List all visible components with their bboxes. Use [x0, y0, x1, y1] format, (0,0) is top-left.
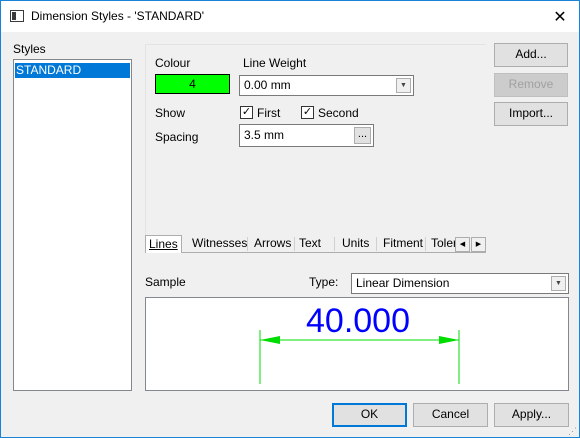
- ok-button[interactable]: OK: [332, 403, 407, 427]
- styles-list-item-standard[interactable]: STANDARD: [15, 63, 130, 78]
- spacing-input[interactable]: 3.5 mm ...: [239, 124, 374, 147]
- cancel-button[interactable]: Cancel: [413, 403, 488, 427]
- tab-arrows[interactable]: Arrows: [251, 235, 294, 253]
- tab-scroll-left-icon[interactable]: ◀: [455, 237, 470, 252]
- first-checkbox[interactable]: ✓: [240, 106, 253, 119]
- tab-separator: [294, 237, 295, 251]
- line-weight-label: Line Weight: [243, 56, 307, 70]
- dimension-styles-dialog: Dimension Styles - 'STANDARD' ✕ Styles S…: [0, 0, 580, 438]
- show-label: Show: [155, 106, 186, 120]
- window-icon: [10, 10, 24, 22]
- import-button[interactable]: Import...: [494, 102, 568, 126]
- tab-lines[interactable]: Lines: [145, 235, 182, 253]
- second-checkbox[interactable]: ✓: [301, 106, 314, 119]
- resize-grip-icon[interactable]: ⋰: [568, 426, 579, 437]
- tab-fitment[interactable]: Fitment: [380, 235, 426, 253]
- first-label: First: [257, 106, 281, 120]
- tab-separator: [247, 237, 248, 251]
- second-label: Second: [318, 106, 359, 120]
- tab-separator: [425, 237, 426, 251]
- type-value: Linear Dimension: [356, 276, 450, 290]
- tab-tolerance[interactable]: Toler: [428, 235, 456, 253]
- tab-separator: [334, 237, 335, 251]
- arrowhead-right-icon: [439, 336, 459, 344]
- type-label: Type:: [309, 275, 339, 289]
- tab-witnesses[interactable]: Witnesses: [189, 235, 250, 253]
- apply-button[interactable]: Apply...: [494, 403, 569, 427]
- line-weight-value: 0.00 mm: [244, 78, 291, 92]
- type-select[interactable]: Linear Dimension ▼: [351, 273, 569, 294]
- chevron-down-icon[interactable]: ▼: [396, 78, 411, 93]
- spacing-value: 3.5 mm: [244, 128, 285, 142]
- sample-preview: 40.000: [145, 297, 569, 391]
- add-button[interactable]: Add...: [494, 43, 568, 67]
- remove-button[interactable]: Remove: [494, 73, 568, 97]
- colour-label: Colour: [155, 56, 191, 70]
- styles-list[interactable]: STANDARD: [13, 59, 132, 391]
- window-title: Dimension Styles - 'STANDARD': [31, 9, 205, 23]
- title-bar: Dimension Styles - 'STANDARD' ✕: [1, 1, 579, 32]
- line-weight-select[interactable]: 0.00 mm ▼: [239, 75, 414, 96]
- close-icon[interactable]: ✕: [541, 1, 579, 32]
- sample-label: Sample: [145, 275, 186, 289]
- colour-swatch[interactable]: 4: [155, 74, 230, 94]
- dimension-text: 40.000: [306, 302, 410, 340]
- tab-units[interactable]: Units: [339, 235, 372, 253]
- spacing-label: Spacing: [155, 130, 199, 144]
- styles-label: Styles: [13, 42, 46, 56]
- tab-scroll-right-icon[interactable]: ▶: [471, 237, 486, 252]
- chevron-down-icon[interactable]: ▼: [551, 276, 566, 291]
- tab-text[interactable]: Text: [296, 235, 324, 253]
- dimension-preview-drawing: 40.000: [259, 302, 460, 384]
- spacing-browse-button[interactable]: ...: [354, 127, 371, 144]
- arrowhead-left-icon: [260, 336, 280, 344]
- tab-separator: [376, 237, 377, 251]
